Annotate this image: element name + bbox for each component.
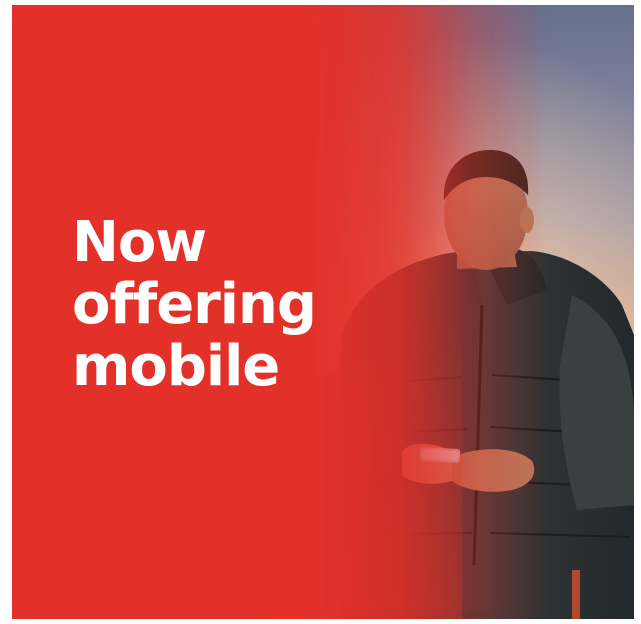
headline: Now offering mobile <box>72 210 317 399</box>
headline-line-3: mobile <box>72 334 280 399</box>
headline-line-2: offering <box>72 272 317 337</box>
headline-line-1: Now <box>72 210 207 275</box>
mobile-promo-banner[interactable]: Now offering mobile <box>12 5 634 619</box>
